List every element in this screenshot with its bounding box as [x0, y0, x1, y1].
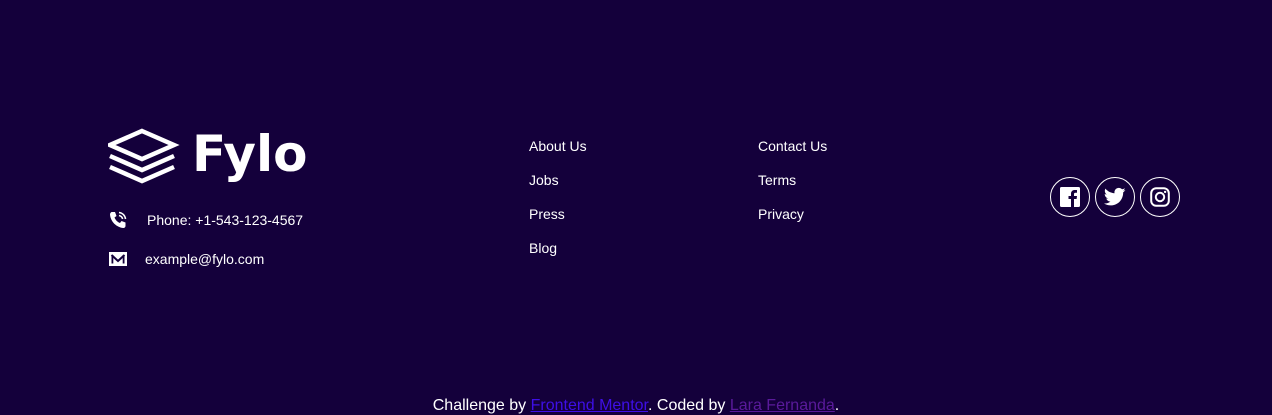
fylo-logo[interactable]: Fylo [108, 125, 310, 187]
attribution: Challenge by Frontend Mentor. Coded by L… [0, 397, 1272, 415]
footer-link-item: Terms [758, 172, 827, 206]
footer-links-column-2: Contact Us Terms Privacy [758, 138, 827, 240]
footer-link-privacy[interactable]: Privacy [758, 206, 804, 222]
phone-icon [108, 210, 128, 230]
footer-link-item: Contact Us [758, 138, 827, 172]
attribution-prefix: Challenge by [432, 397, 531, 414]
author-link[interactable]: Lara Fernanda [730, 397, 835, 414]
twitter-icon [1104, 187, 1126, 206]
footer-link-about-us[interactable]: About Us [529, 138, 587, 154]
phone-text: Phone: +1-543-123-4567 [147, 212, 304, 228]
footer-link-item: Blog [529, 240, 587, 274]
instagram-button[interactable] [1140, 177, 1180, 217]
footer-link-press[interactable]: Press [529, 206, 565, 222]
instagram-icon [1150, 187, 1170, 207]
email-icon [108, 249, 128, 269]
footer-link-item: Press [529, 206, 587, 240]
footer-link-blog[interactable]: Blog [529, 240, 557, 256]
attribution-middle: . Coded by [648, 397, 730, 414]
attribution-suffix: . [834, 397, 840, 414]
facebook-icon [1060, 187, 1080, 207]
footer-link-item: Jobs [529, 172, 587, 206]
footer-link-contact-us[interactable]: Contact Us [758, 138, 827, 154]
footer-link-item: Privacy [758, 206, 827, 240]
email-contact: example@fylo.com [108, 249, 264, 269]
phone-contact: Phone: +1-543-123-4567 [108, 210, 303, 230]
social-links [1050, 177, 1180, 217]
frontend-mentor-link[interactable]: Frontend Mentor [531, 397, 648, 414]
footer-link-item: About Us [529, 138, 587, 172]
facebook-button[interactable] [1050, 177, 1090, 217]
site-footer: Fylo Phone: +1-543-123-4567 example@fylo… [0, 0, 1272, 415]
svg-text:Fylo: Fylo [192, 125, 308, 183]
email-text[interactable]: example@fylo.com [145, 251, 264, 267]
twitter-button[interactable] [1095, 177, 1135, 217]
footer-link-terms[interactable]: Terms [758, 172, 796, 188]
footer-link-jobs[interactable]: Jobs [529, 172, 559, 188]
footer-links-column-1: About Us Jobs Press Blog [529, 138, 587, 274]
